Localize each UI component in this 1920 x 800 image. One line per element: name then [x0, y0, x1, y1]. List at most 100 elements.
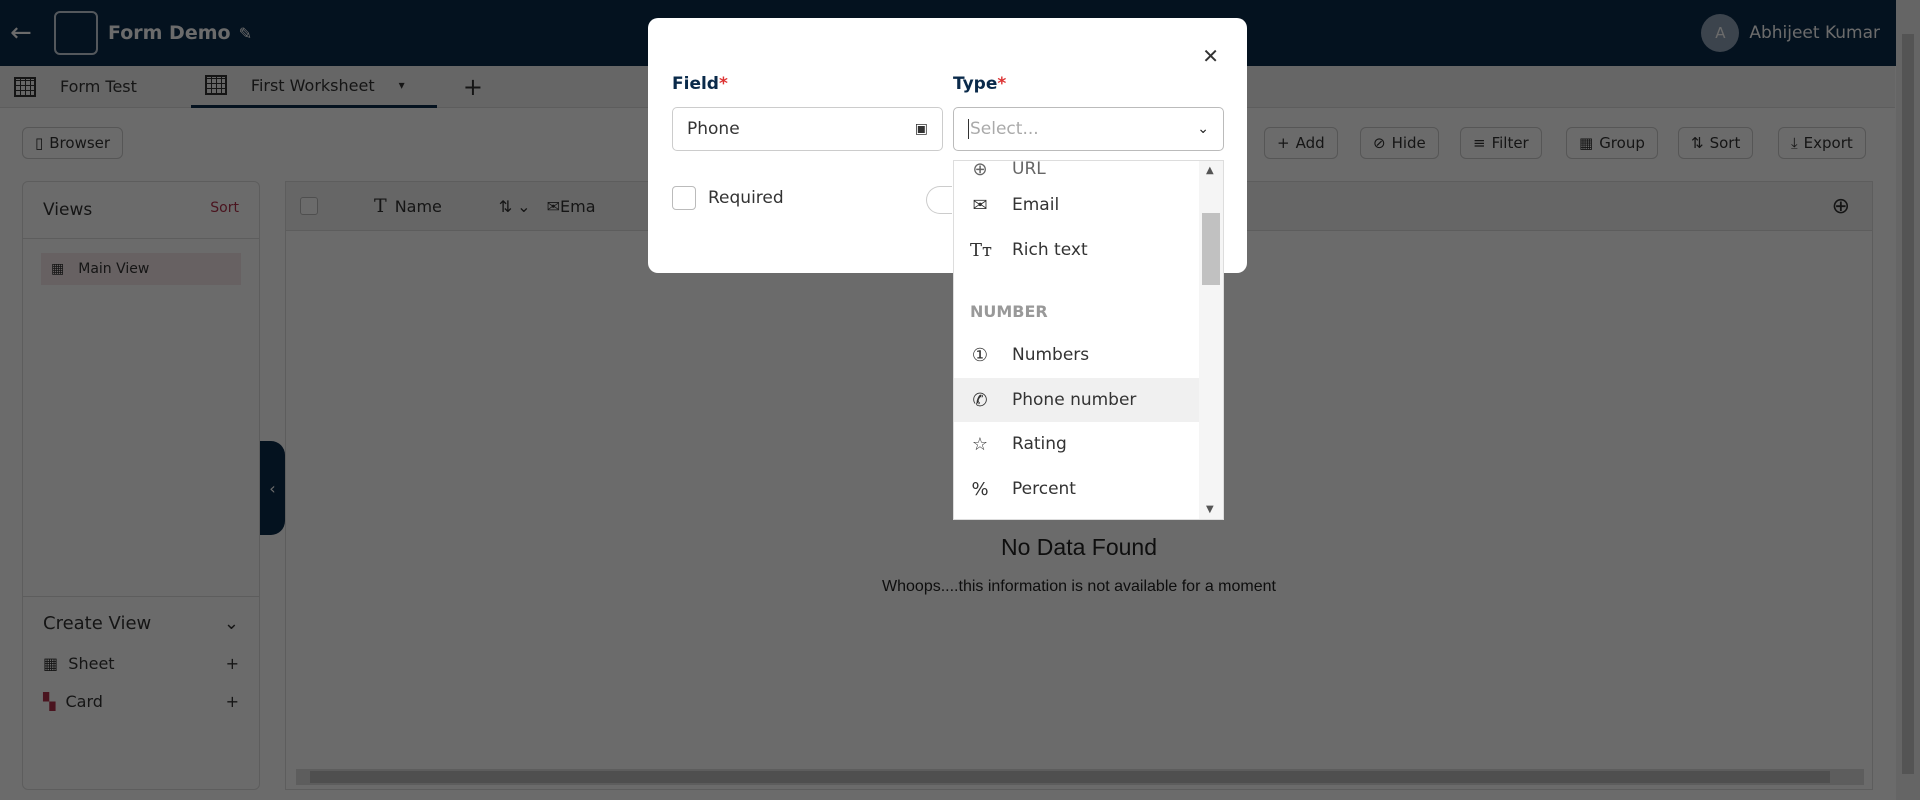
globe-icon: ⊕: [972, 160, 988, 180]
chevron-down-icon: ⌄: [223, 613, 239, 634]
label: Sort: [1709, 134, 1741, 152]
label: Sheet: [68, 654, 115, 673]
toggle-switch[interactable]: [926, 186, 952, 214]
create-view-toggle[interactable]: Create View ⌄: [23, 596, 259, 650]
card-icon: ▚: [43, 692, 56, 711]
label: Email: [1012, 195, 1060, 215]
number-circle-icon: ①: [971, 344, 989, 366]
label: Group: [1599, 134, 1645, 152]
sort-button[interactable]: ⇅ Sort: [1678, 127, 1754, 159]
mail-icon: ✉: [972, 194, 988, 216]
rich-text-icon: Tт: [970, 239, 992, 261]
chevron-down-icon[interactable]: ▾: [399, 78, 405, 92]
phone-icon: ✆: [972, 389, 988, 411]
tab-label: First Worksheet: [250, 75, 375, 95]
label: Create View: [43, 613, 152, 634]
back-arrow-icon[interactable]: ←: [10, 18, 40, 48]
grid-icon: ▦: [43, 654, 59, 673]
scroll-up-arrow-icon[interactable]: ▲: [1206, 165, 1214, 176]
type-select[interactable]: Select... ⌄: [953, 107, 1224, 151]
views-panel: Views Sort ▦ Main View Create View ⌄ ▦ Shee…: [22, 181, 260, 790]
add-button[interactable]: + Add: [1264, 127, 1338, 159]
label: Field: [672, 74, 719, 94]
collapse-sidebar-button[interactable]: ‹: [260, 441, 285, 535]
browser-button[interactable]: ▯ Browser: [22, 127, 124, 159]
edit-pencil-icon[interactable]: ✎: [239, 24, 252, 43]
label: Required: [708, 188, 784, 208]
plus-icon: +: [225, 692, 239, 711]
type-label: Type*: [953, 74, 1006, 94]
label: Percent: [1012, 479, 1076, 499]
page-scrollbar[interactable]: [1896, 0, 1920, 800]
create-card-view[interactable]: ▚ Card +: [43, 692, 239, 711]
required-mark: *: [718, 74, 728, 94]
sort-icon: ⇅: [1691, 134, 1704, 152]
dropdown-scrollbar[interactable]: ▲ ▼: [1199, 161, 1223, 519]
tab-form-test[interactable]: Form Test: [0, 66, 151, 108]
create-sheet-view[interactable]: ▦ Sheet +: [43, 654, 239, 673]
eye-off-icon: ⊘: [1373, 134, 1386, 152]
chevron-down-icon: ⌄: [1197, 121, 1209, 137]
required-checkbox-row[interactable]: Required: [672, 186, 784, 210]
app-logo: [54, 11, 98, 55]
empty-title: No Data Found: [1001, 534, 1157, 560]
option-percent[interactable]: % Percent: [954, 467, 1199, 511]
group-header-number: NUMBER: [970, 302, 1048, 321]
required-checkbox[interactable]: [672, 186, 696, 210]
label: Rating: [1012, 434, 1067, 454]
label: Hide: [1391, 134, 1426, 152]
export-button[interactable]: ⤓ Export: [1778, 127, 1866, 159]
select-all-checkbox[interactable]: [300, 197, 318, 215]
mail-icon: ✉: [546, 196, 560, 216]
label: Phone number: [1012, 390, 1137, 410]
filter-button[interactable]: ≡ Filter: [1460, 127, 1542, 159]
user-menu[interactable]: A Abhijeet Kumar: [1701, 14, 1880, 52]
empty-subtitle: Whoops....this information is not availa…: [882, 578, 1276, 595]
plus-icon: +: [1277, 134, 1290, 152]
label: Rich text: [1012, 240, 1088, 260]
label: Main View: [78, 261, 150, 277]
download-icon: ⤓: [1791, 134, 1798, 152]
add-column-icon[interactable]: ⊕: [1832, 194, 1850, 219]
percent-icon: %: [971, 478, 989, 500]
label: Filter: [1491, 134, 1529, 152]
group-button[interactable]: ▦ Group: [1566, 127, 1658, 159]
star-icon: ☆: [971, 433, 989, 455]
label: URL: [1012, 160, 1046, 179]
scroll-down-arrow-icon[interactable]: ▼: [1206, 504, 1214, 515]
column-header-name[interactable]: Name: [395, 197, 499, 216]
user-name: Abhijeet Kumar: [1749, 23, 1880, 43]
text-type-icon: T: [374, 195, 387, 217]
label: Add: [1295, 134, 1325, 152]
column-header-email[interactable]: Ema: [560, 197, 596, 216]
label: Type: [953, 74, 998, 94]
option-numbers[interactable]: ① Numbers: [954, 333, 1199, 377]
group-icon: ▦: [1579, 134, 1594, 152]
browser-icon: ▯: [35, 134, 44, 152]
option-phone-number[interactable]: ✆ Phone number: [954, 378, 1199, 422]
tab-first-worksheet[interactable]: First Worksheet ▾: [190, 66, 437, 108]
chevron-left-icon: ‹: [269, 478, 276, 498]
filter-icon: ≡: [1473, 134, 1486, 152]
hide-button[interactable]: ⊘ Hide: [1360, 127, 1439, 159]
tab-label: Form Test: [60, 77, 137, 96]
option-email[interactable]: ✉ Email: [954, 183, 1199, 227]
close-icon[interactable]: ✕: [1202, 44, 1219, 68]
label: Numbers: [1012, 345, 1090, 365]
option-rating[interactable]: ☆ Rating: [954, 422, 1199, 466]
views-sort-link[interactable]: Sort: [210, 200, 239, 220]
label: Card: [65, 692, 103, 711]
option-rich-text[interactable]: Tт Rich text: [954, 228, 1199, 272]
field-name-input[interactable]: Phone ▣: [672, 107, 943, 151]
add-tab-button[interactable]: +: [463, 73, 483, 101]
field-value: Phone: [687, 119, 740, 139]
type-placeholder: Select...: [968, 119, 1039, 139]
scrollbar-thumb[interactable]: [1202, 213, 1220, 285]
grid-icon: [204, 75, 227, 95]
label: Browser: [49, 134, 111, 152]
required-mark: *: [997, 74, 1007, 94]
view-item-main[interactable]: ▦ Main View: [41, 253, 241, 285]
field-type-icon: ▣: [914, 121, 928, 137]
sort-icon[interactable]: ⇅ ⌄: [499, 197, 531, 216]
horizontal-scrollbar[interactable]: [296, 769, 1864, 785]
